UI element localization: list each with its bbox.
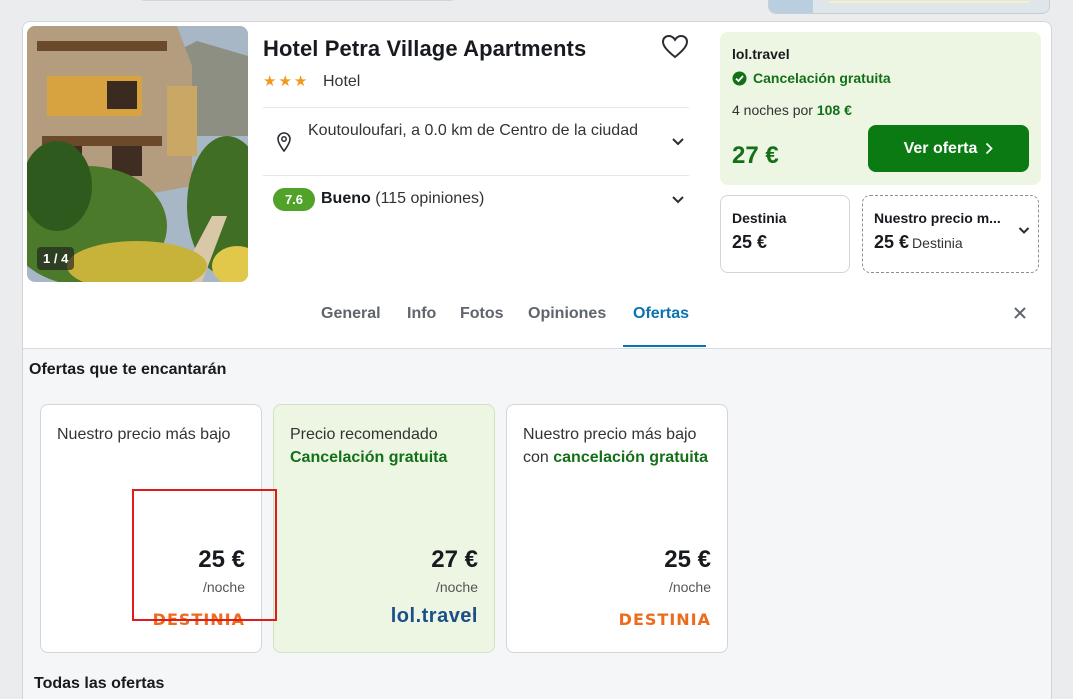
map-road bbox=[829, 1, 1029, 3]
rating-count: (115 opiniones) bbox=[375, 190, 485, 207]
chevron-down-icon bbox=[1018, 227, 1030, 234]
accommodation-type: Hotel bbox=[323, 73, 361, 90]
highlight-annotation bbox=[132, 489, 277, 621]
destinia-logo: DESTINIA bbox=[618, 610, 711, 629]
chevron-right-icon bbox=[986, 142, 994, 155]
nights-total: 4 noches por 108 € bbox=[732, 102, 852, 118]
all-offers-heading: Todas las ofertas bbox=[34, 675, 165, 692]
best-deal-box[interactable]: lol.travel Cancelación gratuita 4 noches… bbox=[720, 32, 1041, 185]
tab-info[interactable]: Info bbox=[407, 305, 436, 323]
photo-counter: 1 / 4 bbox=[37, 247, 75, 270]
offer-card-title: Precio recomendado bbox=[290, 426, 438, 443]
map-pin-icon bbox=[277, 132, 291, 152]
offer-card-unit: /noche bbox=[435, 579, 478, 595]
offer-card-unit: /noche bbox=[668, 579, 711, 595]
heart-outline-icon bbox=[661, 34, 689, 59]
deal-price: 27 € bbox=[732, 142, 779, 169]
star-rating: ★★★ bbox=[263, 73, 310, 90]
deal-provider: lol.travel bbox=[732, 46, 790, 62]
alt-offer-price: 25 € Destinia bbox=[874, 232, 963, 253]
close-icon bbox=[1014, 307, 1026, 319]
offer-card-title: Nuestro precio más bajo bbox=[57, 426, 231, 443]
alt-offer-provider: Destinia bbox=[912, 235, 963, 251]
divider bbox=[263, 175, 689, 176]
offer-card-price: 25 € bbox=[664, 546, 711, 573]
hotel-photo[interactable]: 1 / 4 bbox=[27, 26, 248, 282]
rating-score-badge: 7.6 bbox=[273, 188, 315, 211]
previous-card-fragment bbox=[140, 0, 455, 1]
view-offer-button[interactable]: Ver oferta bbox=[868, 125, 1029, 172]
nights-total-price: 108 € bbox=[816, 102, 852, 118]
free-cancellation-label: Cancelación gratuita bbox=[732, 70, 891, 86]
rating-word: Bueno bbox=[321, 190, 371, 207]
alt-offer-label: Destinia bbox=[732, 210, 787, 226]
location-text: Koutouloufari, a 0.0 km de Centro de la … bbox=[308, 122, 638, 139]
nights-prefix: 4 noches por bbox=[732, 102, 813, 118]
offer-card-text: Precio recomendado Cancelación gratuita bbox=[290, 423, 480, 469]
alt-offer-price: 25 € bbox=[732, 232, 767, 253]
map-preview[interactable] bbox=[768, 0, 1050, 14]
lol-travel-logo: lol.travel bbox=[390, 605, 478, 627]
free-cancellation-text: Cancelación gratuita bbox=[753, 70, 891, 86]
offer-card-text: Nuestro precio más bajo con cancelación … bbox=[523, 423, 713, 469]
offer-card-lowest-free-cancel[interactable]: Nuestro precio más bajo con cancelación … bbox=[506, 404, 728, 653]
hotel-photo-image bbox=[27, 26, 248, 282]
alt-offer-price-value: 25 € bbox=[874, 232, 910, 252]
tab-offers[interactable]: Ofertas bbox=[633, 305, 689, 323]
tab-general[interactable]: General bbox=[321, 305, 381, 323]
close-button[interactable] bbox=[1012, 305, 1028, 326]
alt-offer-label: Nuestro precio m... bbox=[874, 210, 1001, 226]
offer-card-price: 27 € bbox=[431, 546, 478, 573]
tab-reviews[interactable]: Opiniones bbox=[528, 305, 606, 323]
offers-heading: Ofertas que te encantarán bbox=[29, 361, 227, 378]
active-tab-indicator bbox=[623, 345, 706, 347]
view-offer-label: Ver oferta bbox=[903, 139, 978, 157]
alt-offer-price-value: 25 € bbox=[732, 232, 768, 252]
favorite-button[interactable] bbox=[661, 34, 689, 60]
offer-card-cancellation: Cancelación gratuita bbox=[290, 449, 448, 466]
hotel-name[interactable]: Hotel Petra Village Apartments bbox=[263, 36, 586, 62]
tab-photos[interactable]: Fotos bbox=[460, 305, 504, 323]
offer-card-cancellation: cancelación gratuita bbox=[553, 449, 708, 466]
check-circle-icon bbox=[732, 71, 747, 86]
offer-card-text: Nuestro precio más bajo bbox=[57, 423, 247, 446]
map-water bbox=[769, 0, 813, 13]
chevron-down-icon bbox=[672, 138, 684, 146]
rating-summary: Bueno (115 opiniones) bbox=[321, 190, 484, 208]
chevron-down-icon bbox=[672, 196, 684, 204]
alt-offer-lowest-price[interactable]: Nuestro precio m... 25 € Destinia bbox=[862, 195, 1039, 273]
location-row[interactable]: Koutouloufari, a 0.0 km de Centro de la … bbox=[263, 108, 689, 174]
offer-card-recommended[interactable]: Precio recomendado Cancelación gratuita … bbox=[273, 404, 495, 653]
rating-row[interactable]: 7.6 Bueno (115 opiniones) bbox=[263, 177, 689, 221]
alt-offer-destinia[interactable]: Destinia 25 € bbox=[720, 195, 850, 273]
